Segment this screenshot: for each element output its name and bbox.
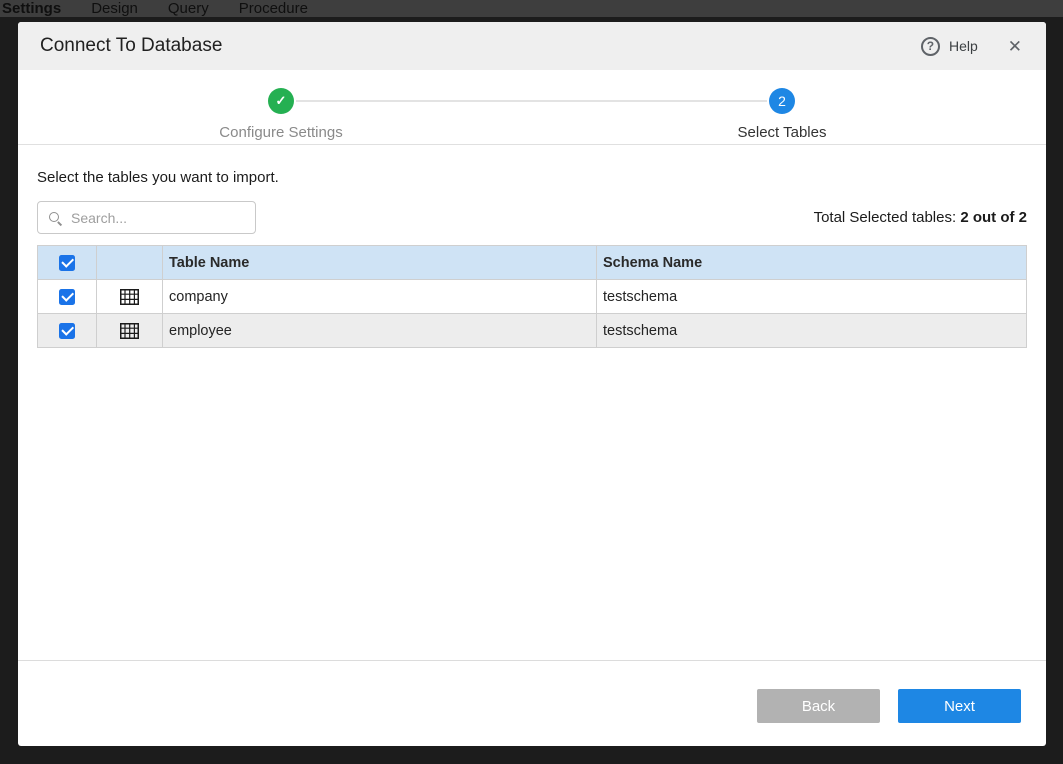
search-icon bbox=[48, 211, 62, 225]
step-2-active-indicator: 2 bbox=[769, 88, 795, 114]
cell-table-name: employee bbox=[163, 314, 597, 348]
help-label: Help bbox=[949, 38, 978, 54]
search-input[interactable] bbox=[71, 210, 245, 226]
dialog-header: Connect To Database ? Help ✕ bbox=[18, 22, 1046, 70]
next-button[interactable]: Next bbox=[898, 689, 1021, 723]
table-grid-icon bbox=[120, 323, 139, 339]
tables-list: Table Name Schema Name bbox=[37, 245, 1027, 348]
select-all-checkbox[interactable] bbox=[59, 255, 75, 271]
header-checkbox-cell bbox=[38, 246, 97, 280]
table-row[interactable]: employee testschema bbox=[38, 314, 1027, 348]
cell-schema-name: testschema bbox=[597, 280, 1027, 314]
bg-tab-query: Query bbox=[168, 0, 209, 17]
stepper-connector-line bbox=[296, 100, 767, 102]
connect-to-database-dialog: Connect To Database ? Help ✕ ✓ 2 Configu… bbox=[18, 22, 1046, 746]
search-box bbox=[37, 201, 256, 234]
row-checkbox[interactable] bbox=[59, 323, 75, 339]
table-header-row: Table Name Schema Name bbox=[38, 246, 1027, 280]
bg-tab-settings: Settings bbox=[2, 0, 61, 17]
wizard-stepper: ✓ 2 Configure Settings Select Tables bbox=[18, 70, 1046, 145]
help-button[interactable]: ? Help bbox=[921, 37, 978, 56]
table-grid-icon bbox=[120, 289, 139, 305]
step-2-label: Select Tables bbox=[672, 124, 892, 141]
summary-label: Total Selected tables: bbox=[814, 209, 957, 226]
dialog-footer: Back Next bbox=[18, 660, 1046, 746]
bg-tab-procedure: Procedure bbox=[239, 0, 308, 17]
close-icon[interactable]: ✕ bbox=[1008, 38, 1022, 55]
back-button[interactable]: Back bbox=[757, 689, 880, 723]
bg-tab-design: Design bbox=[91, 0, 138, 17]
summary-value: 2 out of 2 bbox=[960, 209, 1027, 226]
background-tabs: Settings Design Query Procedure bbox=[0, 0, 1063, 17]
table-toolbar: Total Selected tables: 2 out of 2 bbox=[37, 201, 1027, 234]
page-title: Connect To Database bbox=[40, 35, 222, 57]
help-icon: ? bbox=[921, 37, 940, 56]
step-1-label: Configure Settings bbox=[171, 124, 391, 141]
table-row[interactable]: company testschema bbox=[38, 280, 1027, 314]
cell-table-name: company bbox=[163, 280, 597, 314]
instruction-text: Select the tables you want to import. bbox=[37, 169, 1027, 186]
column-header-table-name: Table Name bbox=[163, 246, 597, 280]
column-header-schema-name: Schema Name bbox=[597, 246, 1027, 280]
selected-tables-summary: Total Selected tables: 2 out of 2 bbox=[814, 209, 1027, 226]
step-1-completed-indicator: ✓ bbox=[268, 88, 294, 114]
dimmed-background-menubar: Settings Design Query Procedure bbox=[0, 0, 1063, 17]
cell-schema-name: testschema bbox=[597, 314, 1027, 348]
row-checkbox[interactable] bbox=[59, 289, 75, 305]
dialog-body: Select the tables you want to import. To… bbox=[18, 145, 1046, 660]
header-icon-cell bbox=[97, 246, 163, 280]
